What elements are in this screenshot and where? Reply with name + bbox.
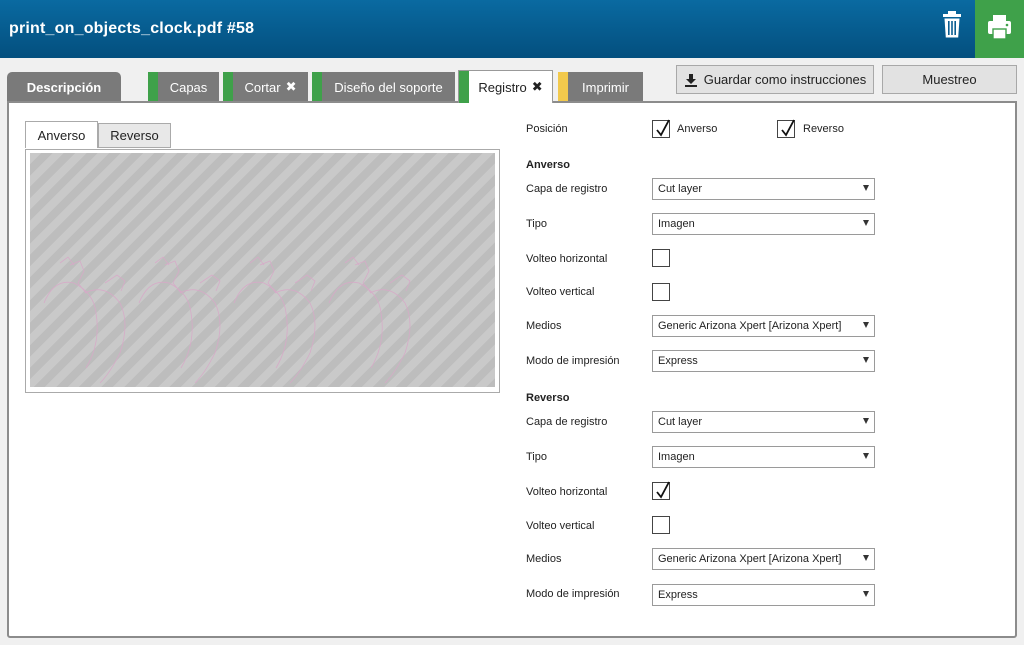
status-bar (558, 72, 568, 102)
check-icon (656, 119, 670, 137)
clock-shape (328, 256, 411, 384)
chevron-down-icon (863, 185, 869, 191)
printer-icon (988, 15, 1011, 40)
tab-descripcion[interactable]: Descripción (7, 72, 121, 104)
chevron-down-icon (863, 418, 869, 424)
reverso-tipo-label: Tipo (526, 451, 547, 463)
muestreo-button[interactable]: Muestreo (882, 65, 1017, 94)
tab-imprimir[interactable]: Imprimir (558, 72, 643, 102)
select-value: Generic Arizona Xpert [Arizona Xpert] (658, 553, 842, 565)
delete-button[interactable] (929, 0, 975, 58)
posicion-anverso-label: Anverso (677, 123, 718, 135)
reverso-capa-select[interactable]: Cut layer (652, 411, 875, 433)
select-value: Imagen (658, 218, 695, 230)
preview-canvas[interactable] (30, 153, 495, 387)
preview-tab-reverso[interactable]: Reverso (98, 123, 171, 148)
tab-diseno-soporte[interactable]: Diseño del soporte (312, 72, 455, 102)
anverso-volteo-h-label: Volteo horizontal (526, 253, 608, 265)
clock-shapes-image (43, 256, 411, 384)
anverso-modo-label: Modo de impresión (526, 355, 620, 367)
anverso-volteo-v-label: Volteo vertical (526, 286, 595, 298)
anverso-modo-select[interactable]: Express (652, 350, 875, 372)
reverso-medios-select[interactable]: Generic Arizona Xpert [Arizona Xpert] (652, 548, 875, 570)
chevron-down-icon (863, 357, 869, 363)
reverso-heading: Reverso (526, 392, 570, 404)
select-value: Cut layer (658, 183, 703, 195)
preview-box (25, 149, 500, 393)
anverso-volteo-v-checkbox[interactable] (652, 283, 670, 301)
posicion-anverso-checkbox[interactable] (652, 119, 670, 138)
select-value: Express (658, 589, 698, 601)
download-icon (684, 73, 697, 87)
app-header: print_on_objects_clock.pdf #58 (0, 0, 1024, 58)
tab-label: Diseño del soporte (334, 79, 443, 95)
select-value: Imagen (658, 451, 695, 463)
check-icon (781, 119, 795, 137)
reverso-medios-label: Medios (526, 553, 562, 565)
reverso-modo-label: Modo de impresión (526, 588, 620, 600)
status-bar (459, 71, 469, 103)
close-icon[interactable]: ✖ (286, 79, 297, 95)
reverso-volteo-v-label: Volteo vertical (526, 520, 595, 532)
chevron-down-icon (863, 453, 869, 459)
tab-label: Anverso (37, 127, 86, 143)
check-icon (656, 481, 670, 499)
tab-capas[interactable]: Capas (148, 72, 219, 102)
button-label: Guardar como instrucciones (703, 72, 867, 87)
tab-label: Imprimir (582, 79, 629, 95)
reverso-volteo-h-label: Volteo horizontal (526, 486, 608, 498)
tab-label: Registro (478, 79, 527, 95)
reverso-volteo-h-checkbox[interactable] (652, 481, 670, 500)
tab-label: Reverso (110, 128, 159, 143)
anverso-volteo-h-checkbox[interactable] (652, 249, 670, 267)
tab-cortar[interactable]: Cortar ✖ (223, 72, 308, 102)
reverso-volteo-v-checkbox[interactable] (652, 516, 670, 534)
posicion-reverso-label: Reverso (803, 123, 844, 135)
tab-label: Descripción (26, 79, 102, 95)
select-value: Express (658, 355, 698, 367)
anverso-capa-label: Capa de registro (526, 183, 608, 195)
tab-registro[interactable]: Registro ✖ (458, 70, 553, 103)
close-icon[interactable]: ✖ (532, 79, 543, 95)
reverso-capa-label: Capa de registro (526, 416, 608, 428)
posicion-reverso-checkbox[interactable] (777, 119, 795, 138)
reverso-modo-select[interactable]: Express (652, 584, 875, 606)
anverso-tipo-select[interactable]: Imagen (652, 213, 875, 235)
posicion-label: Posición (526, 123, 568, 135)
anverso-tipo-label: Tipo (526, 218, 547, 230)
print-button[interactable] (975, 0, 1024, 58)
anverso-capa-select[interactable]: Cut layer (652, 178, 875, 200)
tab-label: Cortar (244, 79, 281, 95)
chevron-down-icon (863, 322, 869, 328)
select-value: Generic Arizona Xpert [Arizona Xpert] (658, 320, 842, 332)
clock-shape (233, 256, 316, 384)
select-value: Cut layer (658, 416, 703, 428)
trash-icon (943, 11, 961, 38)
anverso-heading: Anverso (526, 159, 571, 171)
anverso-medios-label: Medios (526, 320, 562, 332)
registro-panel: Anverso Reverso Posición Anverso Reverso… (7, 101, 1017, 638)
anverso-medios-select[interactable]: Generic Arizona Xpert [Arizona Xpert] (652, 315, 875, 337)
tab-label: Capas (169, 79, 208, 95)
chevron-down-icon (863, 555, 869, 561)
save-as-instructions-button[interactable]: Guardar como instrucciones (676, 65, 874, 94)
status-bar (148, 72, 158, 102)
button-label: Muestreo (922, 72, 977, 87)
reverso-tipo-select[interactable]: Imagen (652, 446, 875, 468)
chevron-down-icon (863, 220, 869, 226)
clock-shape (43, 256, 126, 384)
status-bar (312, 72, 322, 102)
page-title: print_on_objects_clock.pdf #58 (9, 20, 255, 37)
status-bar (223, 72, 233, 102)
chevron-down-icon (863, 591, 869, 597)
clock-shape (138, 256, 221, 384)
preview-tab-anverso[interactable]: Anverso (25, 121, 98, 148)
